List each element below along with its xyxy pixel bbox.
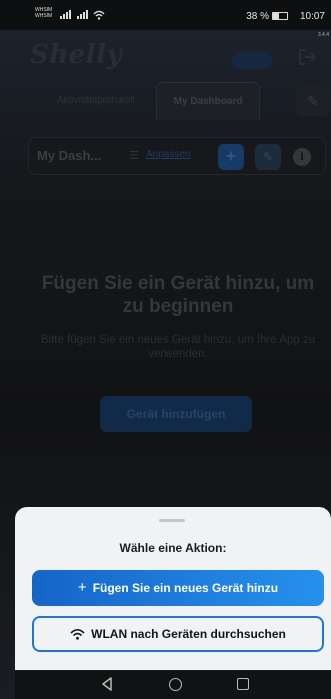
- signal-icon: [60, 10, 72, 21]
- empty-state-description: Bitte fügen Sie ein neues Gerät hinzu, u…: [40, 334, 316, 360]
- header-status-pill[interactable]: [232, 52, 272, 69]
- battery-icon: [272, 12, 288, 20]
- customize-link[interactable]: Anpassen: [146, 149, 190, 160]
- system-navigation-bar: [15, 671, 331, 699]
- pencil-icon[interactable]: ✎: [296, 86, 330, 116]
- dashboard-toolbar: My Dash... ☰ Anpassen + ✎ i: [28, 137, 326, 175]
- pencil-icon[interactable]: ✎: [255, 144, 281, 170]
- tab-activity-log[interactable]: Aktivitätsprotokoll: [34, 90, 158, 112]
- wifi-icon: [70, 628, 85, 640]
- app-version: 3.4.4: [317, 32, 329, 38]
- add-device-button[interactable]: Gerät hinzufügen: [100, 396, 252, 432]
- recents-icon[interactable]: [237, 678, 249, 690]
- home-icon[interactable]: [169, 678, 182, 691]
- add-new-device-button[interactable]: + Fügen Sie ein neues Gerät hinzu: [32, 570, 324, 606]
- wifi-icon: [93, 10, 105, 22]
- signal-icon: [77, 10, 89, 21]
- sliders-icon: ☰: [129, 150, 139, 162]
- dashboard-name[interactable]: My Dash...: [37, 148, 101, 163]
- sheet-drag-handle[interactable]: [159, 519, 185, 522]
- tab-my-dashboard[interactable]: My Dashboard: [156, 82, 260, 120]
- plus-icon[interactable]: +: [218, 144, 244, 170]
- logout-icon[interactable]: [297, 48, 317, 71]
- app-screen: WHSIM WHSIM 38 % 10:07 3.4.4 Shelly Akti…: [0, 0, 331, 699]
- add-new-device-label: Fügen Sie ein neues Gerät hinzu: [92, 581, 279, 595]
- plus-icon: +: [77, 579, 87, 596]
- sim2-label: WHSIM: [35, 13, 53, 19]
- battery-level: 38 %: [246, 11, 269, 22]
- scan-wlan-label: WLAN nach Geräten durchsuchen: [91, 627, 286, 641]
- info-icon[interactable]: i: [293, 148, 311, 166]
- action-bottom-sheet: Wähle eine Aktion: + Fügen Sie ein neues …: [15, 507, 331, 670]
- back-icon[interactable]: [101, 677, 113, 696]
- clock: 10:07: [299, 11, 325, 22]
- status-bar: WHSIM WHSIM 38 % 10:07: [0, 0, 331, 30]
- shelly-logo: Shelly: [30, 40, 123, 70]
- empty-state-title: Fügen Sie ein Gerät hinzu, um zu beginne…: [41, 273, 315, 317]
- scan-wlan-button[interactable]: WLAN nach Geräten durchsuchen: [32, 616, 324, 652]
- sheet-title: Wähle eine Aktion:: [119, 541, 227, 555]
